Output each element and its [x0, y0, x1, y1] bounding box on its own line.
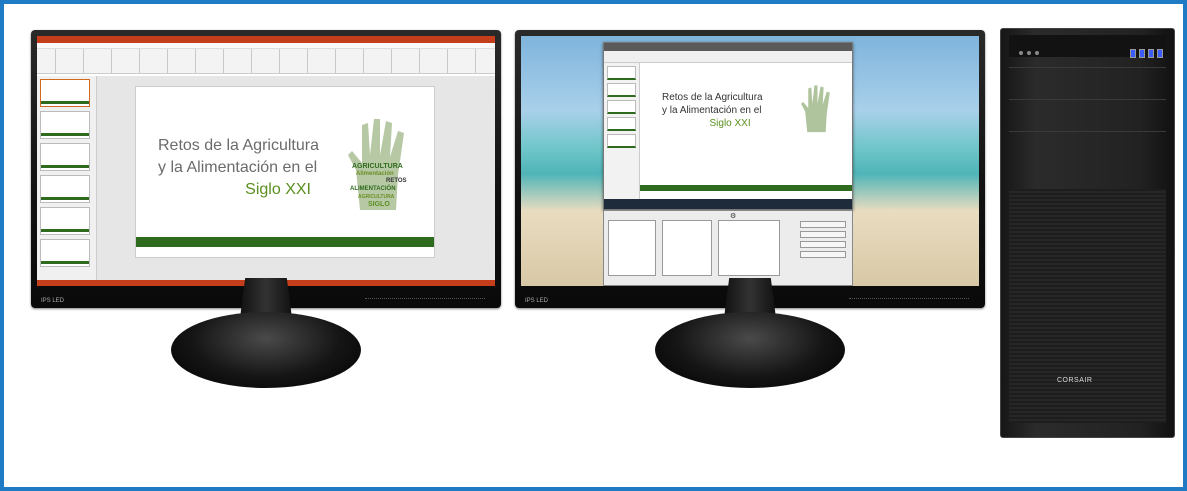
monitor-stand-base	[171, 312, 361, 388]
windows-taskbar[interactable]	[604, 199, 852, 209]
start-recording-button[interactable]	[800, 231, 846, 238]
recording-software-window[interactable]: ⚙	[603, 210, 853, 286]
hdd-led-icon	[1027, 51, 1031, 55]
slide-footer-bar	[136, 237, 434, 247]
usb-port-icon	[1139, 49, 1145, 58]
monitor-control-buttons[interactable]	[365, 298, 485, 302]
window-menubar[interactable]	[604, 51, 852, 63]
exit-button[interactable]	[800, 251, 846, 258]
slide-thumbnail[interactable]	[607, 117, 636, 131]
drive-bay	[1009, 99, 1166, 129]
ips-led-label: IPS LED	[525, 298, 549, 304]
current-slide[interactable]: Retos de la Agricultura y la Alimentació…	[640, 63, 852, 199]
hand-word: SIGLO	[368, 201, 390, 208]
usb-port-icon	[1148, 49, 1154, 58]
reset-button[interactable]	[1035, 51, 1039, 55]
settings-button[interactable]	[800, 241, 846, 248]
slide-editor[interactable]: Retos de la Agricultura y la Alimentació…	[97, 76, 495, 280]
front-mesh-panel	[1009, 189, 1166, 423]
hand-word: AGRICULTURA	[358, 194, 395, 200]
slide-title-line1: Retos de la Agricultura	[158, 137, 319, 154]
ribbon-toolbar[interactable]	[37, 49, 495, 74]
monitor-bezel: Retos de la Agricultura y la Alimentació…	[31, 30, 501, 308]
slide-title-line1: Retos de la Agricultura	[662, 92, 763, 103]
monitor-control-buttons[interactable]	[849, 298, 969, 302]
slide-title-line3: Siglo XXI	[245, 181, 311, 198]
ips-led-label: IPS LED	[41, 298, 65, 304]
monitor-left: Retos de la Agricultura y la Alimentació…	[31, 30, 501, 310]
powerpoint-titlebar[interactable]	[37, 36, 495, 43]
slide-thumbnail[interactable]	[607, 66, 636, 80]
presentation-window[interactable]: Retos de la Agricultura y la Alimentació…	[603, 42, 853, 210]
slide-thumbnail[interactable]	[40, 111, 90, 139]
slide-title-line3: Siglo XXI	[709, 118, 751, 129]
monitor-stand-base	[655, 312, 845, 388]
drive-bay	[1009, 67, 1166, 97]
sources-list[interactable]	[662, 220, 712, 276]
slide-thumbnail[interactable]	[607, 83, 636, 97]
usb-port-icon	[1130, 49, 1136, 58]
slide-thumbnail[interactable]	[40, 79, 90, 107]
monitor-screen-powerpoint[interactable]: Retos de la Agricultura y la Alimentació…	[37, 36, 495, 286]
slide-thumbnail[interactable]	[40, 175, 90, 203]
monitor-bezel: Retos de la Agricultura y la Alimentació…	[515, 30, 985, 308]
slide-title-line2: y la Alimentación en el	[662, 105, 762, 116]
slide-title: Retos de la Agricultura y la Alimentació…	[158, 135, 319, 201]
scenes-list[interactable]	[608, 220, 656, 276]
drive-bay	[1009, 131, 1166, 161]
window-titlebar[interactable]	[604, 43, 852, 51]
slide-thumbnail[interactable]	[607, 134, 636, 148]
hand-word: RETOS	[386, 178, 407, 184]
slide-thumbnail[interactable]	[40, 143, 90, 171]
audio-mixer[interactable]	[718, 220, 780, 276]
slide-title: Retos de la Agricultura y la Alimentació…	[662, 91, 763, 130]
hand-word: AGRICULTURA	[352, 163, 403, 170]
slide-thumbnail-panel[interactable]	[604, 63, 640, 199]
slide-footer-bar	[640, 185, 852, 191]
monitor-screen-desktop[interactable]: Retos de la Agricultura y la Alimentació…	[521, 36, 979, 286]
slide-thumbnail-panel[interactable]	[37, 76, 97, 280]
pc-tower: CORSAIR	[1000, 28, 1175, 438]
start-streaming-button[interactable]	[800, 221, 846, 228]
slide-thumbnail[interactable]	[40, 239, 90, 267]
corsair-logo: CORSAIR	[1057, 377, 1093, 384]
monitor-right: Retos de la Agricultura y la Alimentació…	[515, 30, 985, 310]
hand-word-cloud-image: AGRICULTURA Alimentación RETOS ALIMENTAC…	[342, 115, 420, 215]
current-slide[interactable]: Retos de la Agricultura y la Alimentació…	[135, 86, 435, 258]
hand-word: ALIMENTACIÓN	[350, 186, 396, 192]
tower-io-panel	[1009, 35, 1166, 58]
usb-port-icon	[1157, 49, 1163, 58]
slide-thumbnail[interactable]	[607, 100, 636, 114]
slide-thumbnail[interactable]	[40, 207, 90, 235]
slide-title-line2: y la Alimentación en el	[158, 159, 318, 176]
gear-icon[interactable]: ⚙	[730, 212, 736, 220]
power-led-icon	[1019, 51, 1023, 55]
hand-word: Alimentación	[356, 171, 394, 177]
hand-icon	[801, 85, 830, 133]
